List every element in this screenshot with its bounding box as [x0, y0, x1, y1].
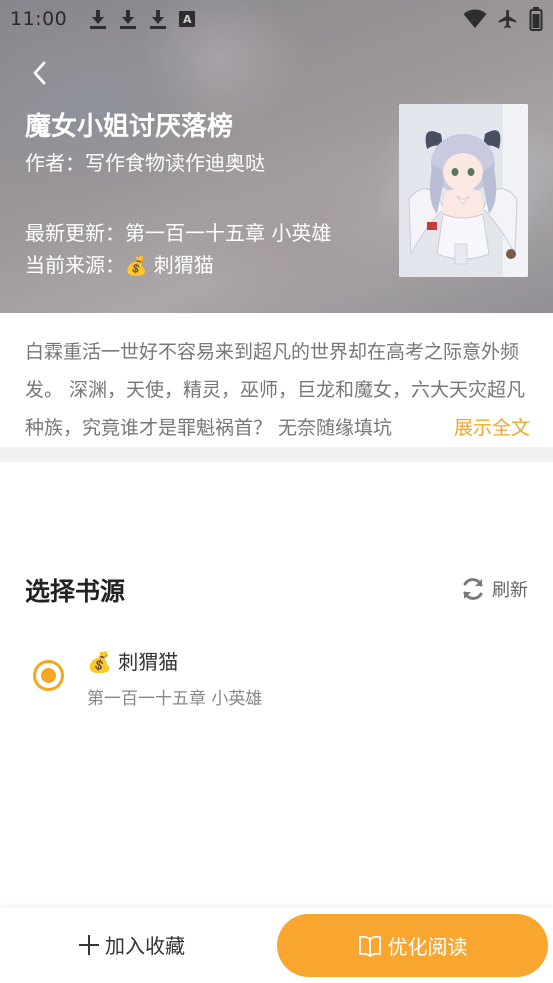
status-bar: 11:00 A [0, 0, 553, 38]
source-option-chapter: 第一百一十五章 小英雄 [87, 689, 263, 709]
money-bag-icon: 💰 [125, 256, 148, 277]
wifi-icon [463, 9, 487, 28]
back-button[interactable] [26, 58, 56, 88]
refresh-icon [463, 578, 483, 600]
book-title: 魔女小姐讨厌落榜 [25, 112, 234, 142]
source-name: 刺猬猫 [118, 650, 179, 674]
select-source-title: 选择书源 [25, 577, 126, 606]
refresh-label: 刷新 [492, 580, 528, 601]
airplane-icon [498, 9, 517, 29]
book-header: 11:00 A 魔女小姐讨厌落榜 作者：写作食物读作迪奥哒 最新更新：第一百一十… [0, 0, 553, 313]
latest-update: 最新更新：第一百一十五章 小英雄 [25, 221, 332, 245]
battery-icon [529, 7, 543, 31]
source-radio-button[interactable] [33, 660, 64, 691]
start-reading-button[interactable]: 优化阅读 [277, 914, 548, 977]
radio-selected-dot [41, 668, 56, 683]
source-option-cihuaimao[interactable]: 💰 刺猬猫 第一百一十五章 小英雄 [0, 640, 553, 720]
book-cover-image[interactable] [399, 104, 528, 277]
book-author: 作者：写作食物读作迪奥哒 [25, 151, 265, 175]
download-icon [119, 9, 137, 29]
system-icons [463, 7, 543, 31]
money-bag-icon: 💰 [87, 650, 112, 674]
add-to-collection-label: 加入收藏 [105, 934, 185, 958]
bottom-action-bar: 加入收藏 优化阅读 [0, 908, 553, 983]
source-option-name: 💰 刺猬猫 [87, 646, 178, 675]
status-time: 11:00 [10, 8, 68, 30]
a-icon: A [179, 11, 196, 27]
book-synopsis: 白霖重活一世好不容易来到超凡的世界却在高考之际意外频发。 深渊，天使，精灵，巫师… [25, 333, 530, 447]
start-reading-label: 优化阅读 [387, 935, 468, 959]
current-source-name: 刺猬猫 [153, 253, 214, 277]
section-divider [0, 447, 553, 462]
current-source-label: 当前来源： [25, 253, 125, 277]
notification-icons: A [89, 9, 196, 29]
expand-full-text-button[interactable]: 展示全文 [425, 409, 530, 447]
plus-icon [79, 934, 99, 955]
refresh-button[interactable]: 刷新 [460, 576, 528, 602]
current-source: 当前来源：💰 刺猬猫 [25, 249, 214, 278]
download-icon [149, 9, 167, 29]
add-to-collection-button[interactable]: 加入收藏 [77, 930, 185, 959]
book-icon [358, 935, 381, 957]
download-icon [89, 9, 107, 29]
